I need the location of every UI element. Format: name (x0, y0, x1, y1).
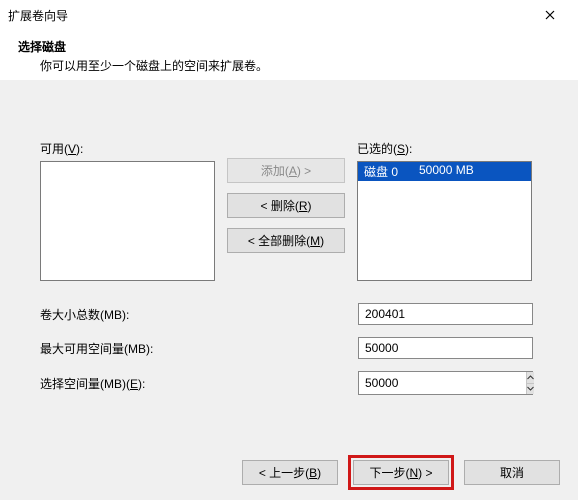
remove-button[interactable]: < 删除(R) (227, 193, 345, 218)
close-button[interactable] (530, 1, 570, 29)
add-button[interactable]: 添加(A) > (227, 158, 345, 183)
cancel-button[interactable]: 取消 (464, 460, 560, 485)
wizard-header: 选择磁盘 你可以用至少一个磁盘上的空间来扩展卷。 (0, 30, 578, 80)
remove-all-button[interactable]: < 全部删除(M) (227, 228, 345, 253)
chevron-up-icon (527, 375, 534, 380)
next-button[interactable]: 下一步(N) > (353, 460, 449, 485)
chevron-down-icon (527, 386, 534, 391)
total-size-value: 200401 (358, 303, 533, 325)
total-size-label: 卷大小总数(MB): (40, 306, 358, 323)
section-title: 选择磁盘 (18, 38, 560, 55)
titlebar: 扩展卷向导 (0, 0, 578, 30)
spin-down-button[interactable] (527, 384, 534, 395)
back-button[interactable]: < 上一步(B) (242, 460, 338, 485)
max-space-label: 最大可用空间量(MB): (40, 340, 358, 357)
list-item[interactable]: 磁盘 050000 MB (358, 162, 531, 181)
selected-label: 已选的(S): (357, 140, 532, 157)
wizard-footer: < 上一步(B) 下一步(N) > 取消 (0, 444, 578, 500)
spin-up-button[interactable] (527, 372, 534, 384)
window-title: 扩展卷向导 (8, 7, 530, 24)
next-button-highlight: 下一步(N) > (348, 455, 454, 490)
available-label: 可用(V): (40, 140, 215, 157)
available-listbox[interactable] (40, 161, 215, 281)
selected-listbox[interactable]: 磁盘 050000 MB (357, 161, 532, 281)
select-space-spinner[interactable] (358, 371, 533, 395)
close-icon (545, 10, 555, 20)
section-desc: 你可以用至少一个磁盘上的空间来扩展卷。 (18, 57, 560, 74)
max-space-value: 50000 (358, 337, 533, 359)
select-space-label: 选择空间量(MB)(E): (40, 375, 358, 392)
select-space-input[interactable] (359, 372, 526, 394)
